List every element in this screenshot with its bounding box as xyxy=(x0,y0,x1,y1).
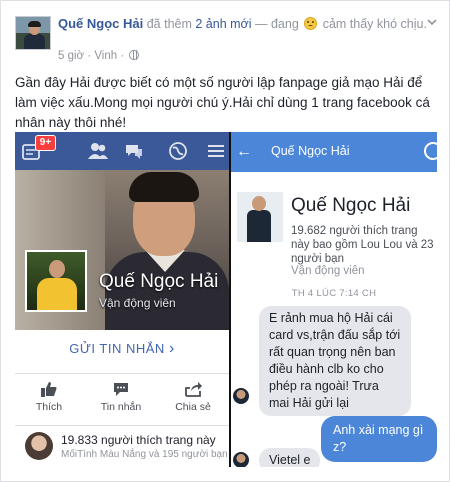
message-action: Tin nhắn xyxy=(91,380,151,413)
friends-icon xyxy=(88,143,108,159)
post-header-text: Quế Ngọc Hải đã thêm 2 ảnh mới — đang cả… xyxy=(58,16,428,32)
page-category: Vận động viên xyxy=(99,296,176,310)
contact-name: Quế Ngọc Hải xyxy=(291,195,411,216)
conversation-title: Quế Ngọc Hải xyxy=(271,144,350,158)
like-action-label: Thích xyxy=(35,401,63,413)
like-action: Thích xyxy=(19,380,79,413)
share-action-label: Chia sẻ xyxy=(175,401,211,413)
photo-collage[interactable]: 9+ Quế Ngọc Hải Vận động viên GỬI TIN NH… xyxy=(15,132,437,467)
facebook-navbar: 9+ xyxy=(15,132,229,170)
feeling-text: cảm thấy khó chịu. xyxy=(319,17,427,31)
contact-category: Vận động viên xyxy=(291,265,365,277)
facebook-post: Quế Ngọc Hải đã thêm 2 ảnh mới — đang cả… xyxy=(0,0,450,482)
globe-icon[interactable] xyxy=(129,50,140,60)
contact-avatar xyxy=(237,192,283,242)
post-text: Gần đây Hải được biết có một số người lậ… xyxy=(15,75,430,130)
back-arrow-icon: ← xyxy=(236,143,252,160)
info-icon xyxy=(424,142,437,160)
outgoing-message-bubble: Anh xài mạng gì z? xyxy=(321,416,437,462)
meta-separator: · xyxy=(117,50,128,62)
page-name: Quế Ngọc Hải xyxy=(99,271,219,292)
fanpage-screenshot[interactable]: 9+ Quế Ngọc Hải Vận động viên GỬI TIN NH… xyxy=(15,132,229,467)
feeling-prefix: — đang xyxy=(251,17,303,31)
message-action-label: Tin nhắn xyxy=(100,401,142,413)
menu-icon xyxy=(208,145,224,157)
author-avatar[interactable] xyxy=(15,16,51,50)
page-actions-bar: Thích Tin nhắn Chia sẻ xyxy=(15,374,229,426)
send-message-label: GỬI TIN NHẮN xyxy=(69,341,165,356)
globe-nav-icon xyxy=(169,142,187,160)
page-likes-friends: MốiTình Màu Nắng và 195 người bạn xyxy=(61,449,228,460)
meta-separator: · xyxy=(84,50,95,62)
incoming-message-bubble: Vietel e xyxy=(259,448,321,467)
notification-badge: 9+ xyxy=(35,135,56,151)
sender-mini-avatar xyxy=(233,388,249,404)
messages-icon xyxy=(126,145,142,159)
chat-icon xyxy=(114,383,128,396)
page-likes-row: 19.833 người thích trang này MốiTình Màu… xyxy=(15,426,229,467)
page-profile-picture xyxy=(25,250,87,312)
friend-avatar xyxy=(25,432,53,460)
share-action: Chia sẻ xyxy=(163,380,223,413)
annoyed-emoji-icon xyxy=(304,17,318,30)
chevron-right-icon: › xyxy=(168,340,175,357)
post-time-link[interactable]: 5 giờ xyxy=(58,50,84,62)
new-photos-link[interactable]: 2 ảnh mới xyxy=(195,17,251,31)
location-link[interactable]: Vinh xyxy=(94,50,117,62)
send-message-button: GỬI TIN NHẮN › xyxy=(15,330,229,374)
message-timestamp: TH 4 LÚC 7:14 CH xyxy=(291,288,377,299)
author-name-link[interactable]: Quế Ngọc Hải xyxy=(58,16,143,31)
messenger-header: ← Quế Ngọc Hải xyxy=(231,132,437,172)
page-likes-count: 19.833 người thích trang này xyxy=(61,433,216,447)
action-text: đã thêm xyxy=(143,17,196,31)
share-icon xyxy=(185,382,202,397)
post-meta: 5 giờ · Vinh · xyxy=(58,50,140,62)
messenger-screenshot[interactable]: ← Quế Ngọc Hải Quế Ngọc Hải 19.682 người… xyxy=(231,132,437,467)
incoming-message-bubble: E rảnh mua hộ Hải cái card vs,trận đấu s… xyxy=(259,306,411,416)
contact-likes: 19.682 người thích trang này bao gồm Lou… xyxy=(291,225,434,265)
thumbs-up-icon xyxy=(41,382,57,397)
sender-mini-avatar xyxy=(233,452,249,467)
chevron-down-icon[interactable] xyxy=(427,17,437,27)
